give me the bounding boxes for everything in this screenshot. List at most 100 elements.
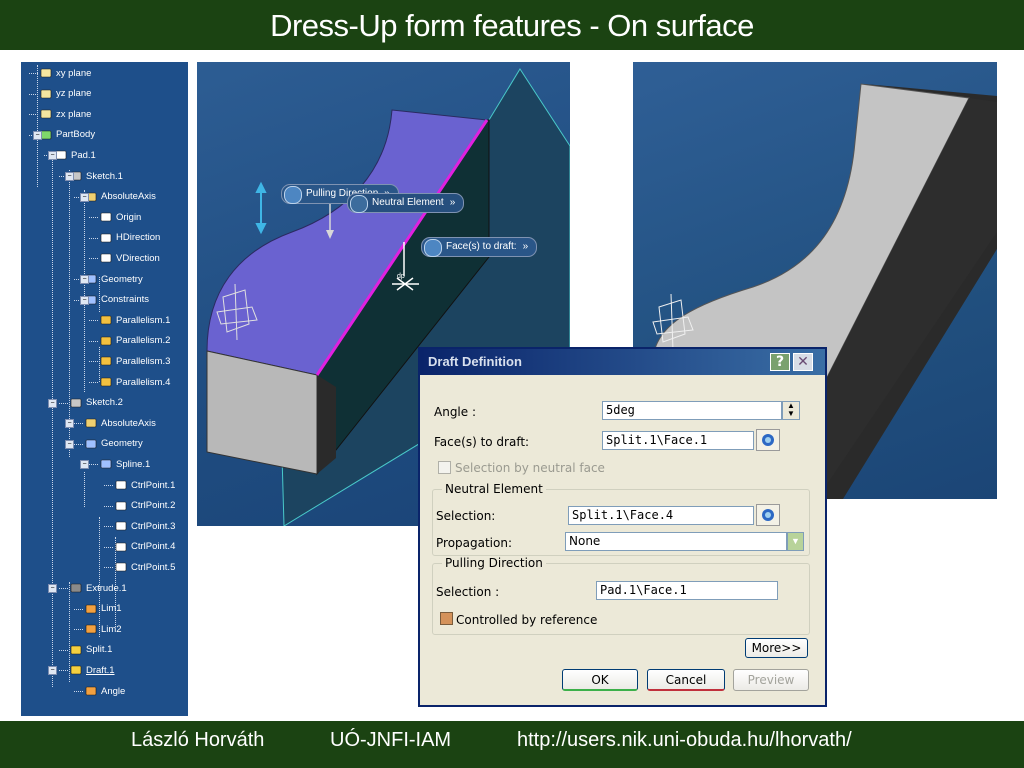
tree-node-label: CtrlPoint.3 bbox=[131, 520, 176, 532]
tree-node-label: AbsoluteAxis bbox=[101, 191, 156, 203]
neutral-element-icon bbox=[350, 195, 368, 213]
controlled-by-reference-checkbox[interactable] bbox=[440, 612, 453, 625]
angle-label: Angle : bbox=[434, 405, 477, 419]
cancel-button[interactable]: Cancel bbox=[647, 669, 725, 691]
split-icon bbox=[69, 643, 83, 657]
tree-collapse-toggle[interactable]: − bbox=[48, 398, 57, 408]
tree-connector bbox=[29, 93, 38, 95]
tree-connector bbox=[29, 114, 38, 116]
draft-icon bbox=[69, 663, 83, 677]
tree-node-label: Parallelism.2 bbox=[116, 335, 171, 347]
tree-node-label: Split.1 bbox=[86, 644, 113, 656]
pulling-direction-icon bbox=[284, 186, 302, 204]
faces-selection-list-button[interactable] bbox=[756, 429, 780, 451]
tree-node[interactable]: xy plane bbox=[39, 64, 91, 82]
limit-icon bbox=[84, 602, 98, 616]
tree-node[interactable]: Angle bbox=[84, 682, 125, 700]
selection-by-neutral-face-checkbox[interactable] bbox=[438, 461, 451, 474]
tree-node[interactable]: Geometry bbox=[84, 435, 143, 453]
tree-collapse-toggle[interactable]: − bbox=[33, 130, 42, 140]
tree-node[interactable]: Spline.1 bbox=[99, 455, 150, 473]
specification-tree[interactable]: xy plane yz plane zx plane PartBody Pad.1 Ske… bbox=[21, 62, 188, 716]
plane-icon bbox=[39, 87, 53, 101]
propagation-select[interactable]: None bbox=[565, 532, 787, 551]
tree-node-label: Angle bbox=[101, 685, 126, 697]
parallelism-icon bbox=[99, 375, 113, 389]
tree-connector bbox=[104, 546, 113, 548]
tree-node[interactable]: CtrlPoint.4 bbox=[114, 538, 175, 556]
tree-collapse-toggle[interactable]: − bbox=[48, 584, 57, 593]
faces-to-draft-tag[interactable]: Face(s) to draft:» bbox=[421, 237, 538, 257]
tree-node[interactable]: PartBody bbox=[39, 126, 95, 144]
tree-connector bbox=[59, 649, 68, 651]
tree-connector bbox=[74, 423, 83, 425]
help-button[interactable]: ? bbox=[770, 353, 790, 371]
tree-node-label: Lim1 bbox=[101, 603, 122, 615]
tree-node[interactable]: Pad.1 bbox=[54, 146, 96, 164]
tree-connector bbox=[104, 526, 113, 528]
tree-collapse-toggle[interactable]: − bbox=[80, 192, 89, 202]
plane-icon bbox=[39, 66, 53, 80]
tree-collapse-toggle[interactable]: − bbox=[48, 666, 57, 676]
tree-node[interactable]: Split.1 bbox=[69, 641, 112, 659]
point-icon bbox=[114, 499, 128, 513]
tree-node[interactable]: Sketch.1 bbox=[69, 167, 123, 185]
tree-collapse-toggle[interactable]: − bbox=[65, 419, 74, 429]
tree-node[interactable]: zx plane bbox=[39, 105, 91, 123]
tree-collapse-toggle[interactable]: − bbox=[80, 275, 89, 284]
tree-collapse-toggle[interactable]: − bbox=[48, 151, 57, 161]
footer-url[interactable]: http://users.nik.uni-obuda.hu/lhorvath/ bbox=[517, 729, 852, 752]
pulling-selection-field[interactable]: Pad.1\Face.1 bbox=[596, 581, 778, 600]
angle-field[interactable]: 5deg bbox=[602, 401, 782, 420]
tree-node[interactable]: CtrlPoint.3 bbox=[114, 517, 175, 535]
ok-button[interactable]: OK bbox=[562, 669, 638, 691]
preview-button[interactable]: Preview bbox=[733, 669, 809, 691]
tree-node[interactable]: yz plane bbox=[39, 85, 91, 103]
tree-node[interactable]: Parallelism.1 bbox=[99, 311, 170, 329]
close-button[interactable]: ✕ bbox=[793, 353, 813, 371]
axis-icon bbox=[84, 416, 98, 430]
controlled-by-reference-label: Controlled by reference bbox=[456, 613, 598, 627]
tree-node[interactable]: CtrlPoint.5 bbox=[114, 558, 175, 576]
tree-node[interactable]: Lim2 bbox=[84, 620, 122, 638]
tree-node[interactable]: Geometry bbox=[84, 270, 143, 288]
tree-node-label: xy plane bbox=[56, 67, 92, 79]
tree-node[interactable]: VDirection bbox=[99, 249, 160, 267]
tree-node[interactable]: AbsoluteAxis bbox=[84, 414, 156, 432]
tree-node-label: Constraints bbox=[101, 294, 150, 306]
selection-by-neutral-face-label: Selection by neutral face bbox=[455, 461, 605, 475]
direction-icon bbox=[99, 231, 113, 245]
tree-connector bbox=[69, 170, 70, 457]
propagation-label: Propagation: bbox=[436, 536, 513, 550]
tree-node[interactable]: Draft.1 bbox=[69, 661, 115, 679]
axis-manipulator bbox=[255, 181, 267, 235]
tree-node[interactable]: HDirection bbox=[99, 229, 160, 247]
tree-collapse-toggle[interactable]: − bbox=[65, 439, 74, 449]
tree-node[interactable]: AbsoluteAxis bbox=[84, 188, 156, 206]
angle-spinner[interactable]: ▲ ▼ bbox=[782, 401, 800, 420]
tree-node[interactable]: Constraints bbox=[84, 291, 149, 309]
more-button[interactable]: More>> bbox=[745, 638, 808, 658]
neutral-selection-field[interactable]: Split.1\Face.4 bbox=[568, 506, 754, 525]
tree-connector bbox=[89, 258, 98, 260]
tree-node[interactable]: Parallelism.2 bbox=[99, 332, 170, 350]
faces-to-draft-field[interactable]: Split.1\Face.1 bbox=[602, 431, 754, 450]
tree-collapse-toggle[interactable]: − bbox=[65, 172, 74, 181]
tree-collapse-toggle[interactable]: − bbox=[80, 295, 89, 305]
propagation-dropdown-arrow[interactable]: ▼ bbox=[787, 532, 804, 551]
tree-node-label: CtrlPoint.2 bbox=[131, 500, 176, 512]
neutral-selection-list-button[interactable] bbox=[756, 504, 780, 526]
tree-node[interactable]: CtrlPoint.2 bbox=[114, 497, 175, 515]
tree-node-label: CtrlPoint.1 bbox=[131, 479, 176, 491]
tree-collapse-toggle[interactable]: − bbox=[80, 460, 89, 470]
neutral-element-tag[interactable]: Neutral Element» bbox=[347, 193, 465, 213]
neutral-selection-label: Selection: bbox=[436, 509, 496, 523]
tree-node-label: Sketch.2 bbox=[86, 397, 123, 409]
tree-node[interactable]: Lim1 bbox=[84, 600, 122, 618]
tree-node[interactable]: Sketch.2 bbox=[69, 394, 123, 412]
tree-node[interactable]: CtrlPoint.1 bbox=[114, 476, 175, 494]
tree-node[interactable]: Parallelism.4 bbox=[99, 373, 170, 391]
tree-node[interactable]: Origin bbox=[99, 208, 141, 226]
tree-node[interactable]: Parallelism.3 bbox=[99, 352, 170, 370]
tree-node[interactable]: Extrude.1 bbox=[69, 579, 127, 597]
